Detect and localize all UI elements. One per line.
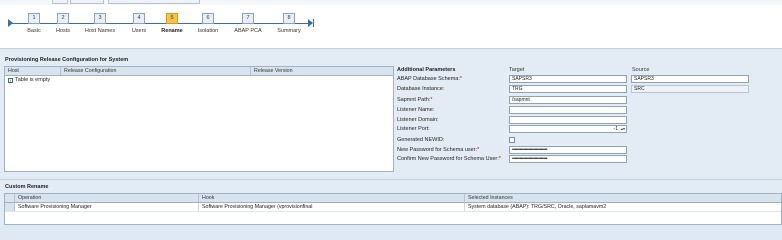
cell-hook: Software Provisioning Manager (vprovisio…: [199, 203, 465, 211]
target-header: Target: [509, 67, 525, 73]
table-header: Operation Hook Selected Instances: [5, 194, 781, 203]
roadmap-step-host-names[interactable]: 3 Host Names: [80, 13, 120, 34]
provisioning-section-title: Provisioning Release Configuration for S…: [5, 57, 129, 63]
confirm-password-input[interactable]: ••••••••••••••••••••••••••••: [509, 155, 627, 163]
roadmap-start-icon: [8, 19, 13, 27]
abap-schema-target-input[interactable]: SAPSR3: [509, 75, 627, 83]
step-number: 6: [202, 13, 214, 24]
listener-port-input[interactable]: -1 ▴▾: [509, 125, 627, 133]
listener-domain-input[interactable]: [509, 116, 627, 124]
param-row-listener-port: Listener Port: -1 ▴▾: [397, 125, 777, 134]
param-label: Listener Name:: [397, 107, 435, 113]
toolbar-button[interactable]: [52, 0, 68, 4]
db-instance-source-field: SRC: [631, 85, 749, 93]
step-label: Rename: [161, 28, 183, 34]
column-header-host[interactable]: Host: [5, 67, 61, 75]
param-row-abap-schema: ABAP Database Schema:* SAPSR3 SAPSR3: [397, 75, 777, 84]
param-label: Listener Port:: [397, 126, 430, 132]
step-number: 5: [166, 13, 178, 24]
select-all-cell[interactable]: [5, 194, 15, 202]
step-number: 2: [57, 13, 69, 24]
cell-operation: Software Provisioning Manager: [15, 203, 199, 211]
section-divider: [0, 179, 782, 180]
table-header: Host Release Configuration Release Versi…: [5, 67, 393, 76]
param-label: Confirm New Password for Schema User:*: [397, 156, 501, 162]
param-label: Listener Domain:: [397, 117, 439, 123]
toolbar-button[interactable]: [108, 0, 200, 4]
step-label: Hosts: [55, 28, 71, 34]
param-label: New Password for Schema user:*: [397, 147, 480, 153]
roadmap-step-isolation[interactable]: 6 Isolation: [188, 13, 228, 34]
cell-selected-instances: System database (ABAP): TRG/SRC, Oracle,…: [468, 204, 607, 210]
provisioning-table: Host Release Configuration Release Versi…: [4, 66, 394, 172]
step-label: ABAP PCA: [234, 28, 262, 34]
step-number: 1: [28, 13, 40, 24]
empty-text: Table is empty: [15, 77, 51, 83]
column-header-release-configuration[interactable]: Release Configuration: [61, 67, 251, 75]
roadmap-step-hosts[interactable]: 2 Hosts: [43, 13, 83, 34]
db-instance-target-input[interactable]: TRG: [509, 85, 627, 93]
param-row-sapmnt: Sapmnt Path:* /sapmnt: [397, 96, 777, 105]
param-row-db-instance: Database Instance: TRG SRC: [397, 85, 777, 94]
roadmap-step-abap-pca[interactable]: 7 ABAP PCA: [228, 13, 268, 34]
step-label: Summary: [277, 28, 301, 34]
additional-parameters-title: Additional Parameters: [397, 67, 456, 73]
column-header-selected-instances[interactable]: Selected Instances: [465, 194, 781, 202]
abap-schema-source-input[interactable]: SAPSR3: [631, 75, 749, 83]
source-header: Source: [632, 67, 650, 73]
generated-newid-checkbox[interactable]: [509, 137, 515, 143]
step-number: 3: [94, 13, 106, 24]
param-label: Database Instance:: [397, 86, 445, 92]
custom-rename-title: Custom Rename: [5, 184, 49, 190]
column-header-operation[interactable]: Operation: [15, 194, 199, 202]
step-label: Host Names: [84, 28, 116, 34]
param-label: Generated NEWID:: [397, 137, 445, 143]
new-password-input[interactable]: ••••••••••••••••••••••••••••: [509, 146, 627, 154]
sapmnt-path-input[interactable]: /sapmnt: [509, 96, 627, 104]
toolbar-button[interactable]: [70, 0, 104, 4]
spinner-icon[interactable]: ▴▾: [621, 126, 625, 132]
param-row-new-password: New Password for Schema user:* •••••••••…: [397, 146, 777, 155]
step-label: Isolation: [197, 28, 219, 34]
listener-name-input[interactable]: [509, 106, 627, 114]
param-row-generated-newid: Generated NEWID:: [397, 136, 777, 145]
info-icon: i: [8, 78, 13, 83]
empty-table-message: i Table is empty: [5, 76, 393, 85]
custom-rename-table: Operation Hook Selected Instances Softwa…: [4, 193, 782, 225]
step-number: 4: [133, 13, 145, 24]
roadmap: 1 Basic 2 Hosts 3 Host Names 4 Users 5 R…: [0, 5, 782, 49]
column-header-hook[interactable]: Hook: [199, 194, 465, 202]
param-row-listener-domain: Listener Domain:: [397, 116, 777, 125]
main-panel: Provisioning Release Configuration for S…: [0, 50, 782, 225]
roadmap-step-rename[interactable]: 5 Rename: [152, 13, 192, 34]
step-number: 8: [283, 13, 295, 24]
row-selector[interactable]: [5, 203, 15, 211]
column-header-release-version[interactable]: Release Version: [251, 67, 393, 75]
roadmap-step-summary[interactable]: 8 Summary: [269, 13, 309, 34]
table-row[interactable]: Software Provisioning Manager Software P…: [5, 203, 781, 212]
param-row-listener-name: Listener Name:: [397, 106, 777, 115]
step-number: 7: [242, 13, 254, 24]
param-label: ABAP Database Schema:*: [397, 76, 463, 82]
param-label: Sapmnt Path:*: [397, 97, 433, 103]
param-row-confirm-password: Confirm New Password for Schema User:* •…: [397, 155, 777, 164]
